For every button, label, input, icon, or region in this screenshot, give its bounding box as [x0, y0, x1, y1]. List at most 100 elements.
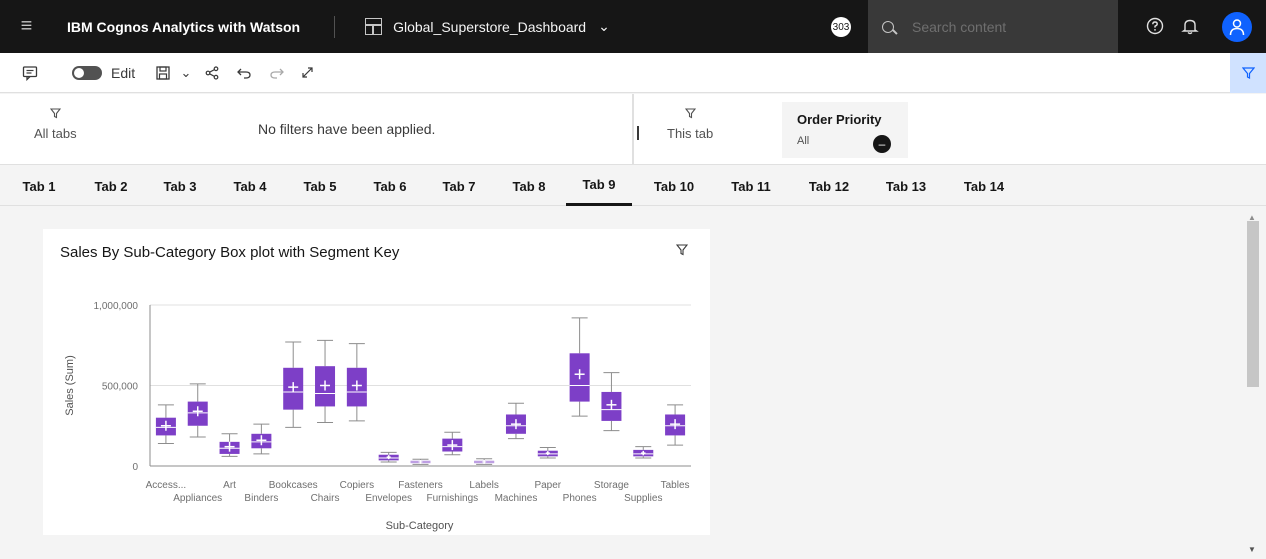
save-menu-chevron-icon[interactable]: ⌄ — [174, 53, 198, 93]
tab-5[interactable]: Tab 5 — [297, 166, 343, 206]
all-tabs-label: All tabs — [34, 126, 77, 141]
y-axis-title: Sales (Sum) — [64, 355, 76, 416]
remove-filter-icon[interactable]: – — [873, 135, 891, 153]
dashboard-canvas: Sales By Sub-Category Box plot with Segm… — [0, 207, 1266, 559]
this-tab-label: This tab — [667, 126, 714, 141]
box-copiers — [346, 343, 367, 422]
share-icon[interactable] — [198, 53, 226, 93]
filter-icon — [667, 108, 713, 122]
box-chairs — [315, 339, 336, 424]
boxplot-chart: 1,000,000 500,000 0 Sales (Sum) Access... App… — [64, 301, 691, 532]
box-binders — [251, 423, 272, 455]
notification-count-badge[interactable]: 303 — [831, 17, 851, 37]
chevron-down-icon[interactable]: ⌄ — [598, 18, 610, 35]
y-tick-label: 1,000,000 — [94, 301, 139, 312]
order-priority-value: All — [797, 135, 810, 147]
x-tick-label: Labels — [469, 480, 498, 491]
search-input[interactable] — [912, 18, 1092, 35]
x-tick-label: Machines — [495, 493, 538, 504]
undo-icon[interactable] — [226, 53, 262, 93]
x-tick-label: Fasteners — [398, 480, 442, 491]
tab-11[interactable]: Tab 11 — [724, 166, 778, 206]
user-avatar-icon[interactable] — [1222, 12, 1252, 42]
box-labels — [474, 458, 495, 465]
box-art — [219, 433, 240, 457]
tab-9[interactable]: Tab 9 — [566, 166, 632, 206]
y-tick-label: 500,000 — [102, 382, 139, 393]
x-tick-label: Access... — [146, 480, 187, 491]
box-fasteners — [410, 458, 431, 465]
x-tick-label: Phones — [563, 493, 597, 504]
tab-bar: Tab 1 Tab 2 Tab 3 Tab 4 Tab 5 Tab 6 Tab … — [0, 166, 1266, 206]
expand-icon[interactable] — [292, 53, 322, 93]
tab-1[interactable]: Tab 1 — [16, 166, 62, 206]
this-tab-filter-area[interactable]: This tab — [667, 108, 713, 141]
box-appliances — [187, 383, 208, 438]
tab-13[interactable]: Tab 13 — [879, 166, 933, 206]
box-supplies — [633, 446, 654, 459]
x-tick-label: Tables — [661, 480, 690, 491]
hamburger-menu-icon[interactable]: ≡ — [0, 0, 53, 53]
tab-10[interactable]: Tab 10 — [647, 166, 701, 206]
scroll-down-icon[interactable]: ▼ — [1248, 545, 1256, 554]
box-machines — [505, 402, 526, 440]
x-tick-label: Copiers — [340, 480, 374, 491]
filter-divider — [632, 94, 634, 165]
save-icon[interactable] — [152, 53, 174, 93]
comment-icon[interactable] — [0, 53, 60, 93]
x-axis-title: Sub-Category — [386, 520, 454, 532]
search-icon — [882, 20, 894, 33]
box-paper — [537, 446, 558, 459]
x-tick-label: Paper — [534, 480, 561, 491]
dashboard-title: Global_Superstore_Dashboard — [393, 18, 587, 35]
tab-14[interactable]: Tab 14 — [957, 166, 1011, 206]
all-tabs-filter-area[interactable]: All tabs — [34, 108, 77, 141]
redo-icon[interactable] — [262, 53, 292, 93]
help-icon[interactable] — [1143, 14, 1167, 38]
tab-3[interactable]: Tab 3 — [157, 166, 203, 206]
tab-12[interactable]: Tab 12 — [802, 166, 856, 206]
box-furnishings — [442, 431, 463, 456]
x-tick-label: Supplies — [624, 493, 662, 504]
no-filters-message: No filters have been applied. — [258, 121, 436, 137]
tab-2[interactable]: Tab 2 — [88, 166, 134, 206]
edit-label: Edit — [111, 64, 136, 81]
filter-bar: All tabs No filters have been applied. T… — [0, 94, 1266, 165]
filter-panel-icon[interactable] — [1230, 53, 1266, 93]
order-priority-filter[interactable]: Order Priority All – — [782, 102, 908, 158]
tab-8[interactable]: Tab 8 — [506, 166, 552, 206]
x-tick-label: Binders — [244, 493, 278, 504]
vertical-scrollbar[interactable]: ▲ ▼ — [1246, 207, 1260, 559]
box-access — [155, 404, 176, 444]
box-envelopes — [378, 451, 399, 463]
x-tick-label: Chairs — [311, 493, 340, 504]
box-bookcases — [283, 341, 304, 428]
notifications-bell-icon[interactable] — [1178, 14, 1202, 38]
top-bar: ≡ IBM Cognos Analytics with Watson Globa… — [0, 0, 1266, 53]
box-phones — [569, 317, 590, 417]
x-tick-label: Appliances — [173, 493, 222, 504]
resize-handle[interactable] — [637, 126, 639, 140]
dashboard-icon — [365, 18, 383, 35]
scrollbar-thumb[interactable] — [1247, 221, 1259, 387]
tab-7[interactable]: Tab 7 — [436, 166, 482, 206]
search-box[interactable] — [868, 0, 1118, 53]
tab-4[interactable]: Tab 4 — [227, 166, 273, 206]
edit-toggle-switch[interactable] — [72, 65, 102, 80]
dashboard-switcher[interactable]: Global_Superstore_Dashboard ⌄ — [365, 18, 610, 35]
y-tick-label: 0 — [132, 462, 138, 473]
x-tick-label: Envelopes — [365, 493, 412, 504]
x-tick-label: Bookcases — [269, 480, 318, 491]
box-tables — [665, 404, 686, 446]
tab-6[interactable]: Tab 6 — [367, 166, 413, 206]
filter-icon — [34, 108, 77, 122]
boxplot-widget[interactable]: Sales By Sub-Category Box plot with Segm… — [43, 229, 710, 535]
topbar-divider — [334, 15, 336, 38]
box-storage — [601, 372, 622, 432]
edit-toggle[interactable]: Edit — [72, 53, 152, 93]
x-tick-label: Furnishings — [426, 493, 478, 504]
x-tick-label: Storage — [594, 480, 629, 491]
order-priority-title: Order Priority — [797, 112, 882, 127]
product-name: IBM Cognos Analytics with Watson — [67, 18, 301, 35]
x-tick-label: Art — [223, 480, 236, 491]
